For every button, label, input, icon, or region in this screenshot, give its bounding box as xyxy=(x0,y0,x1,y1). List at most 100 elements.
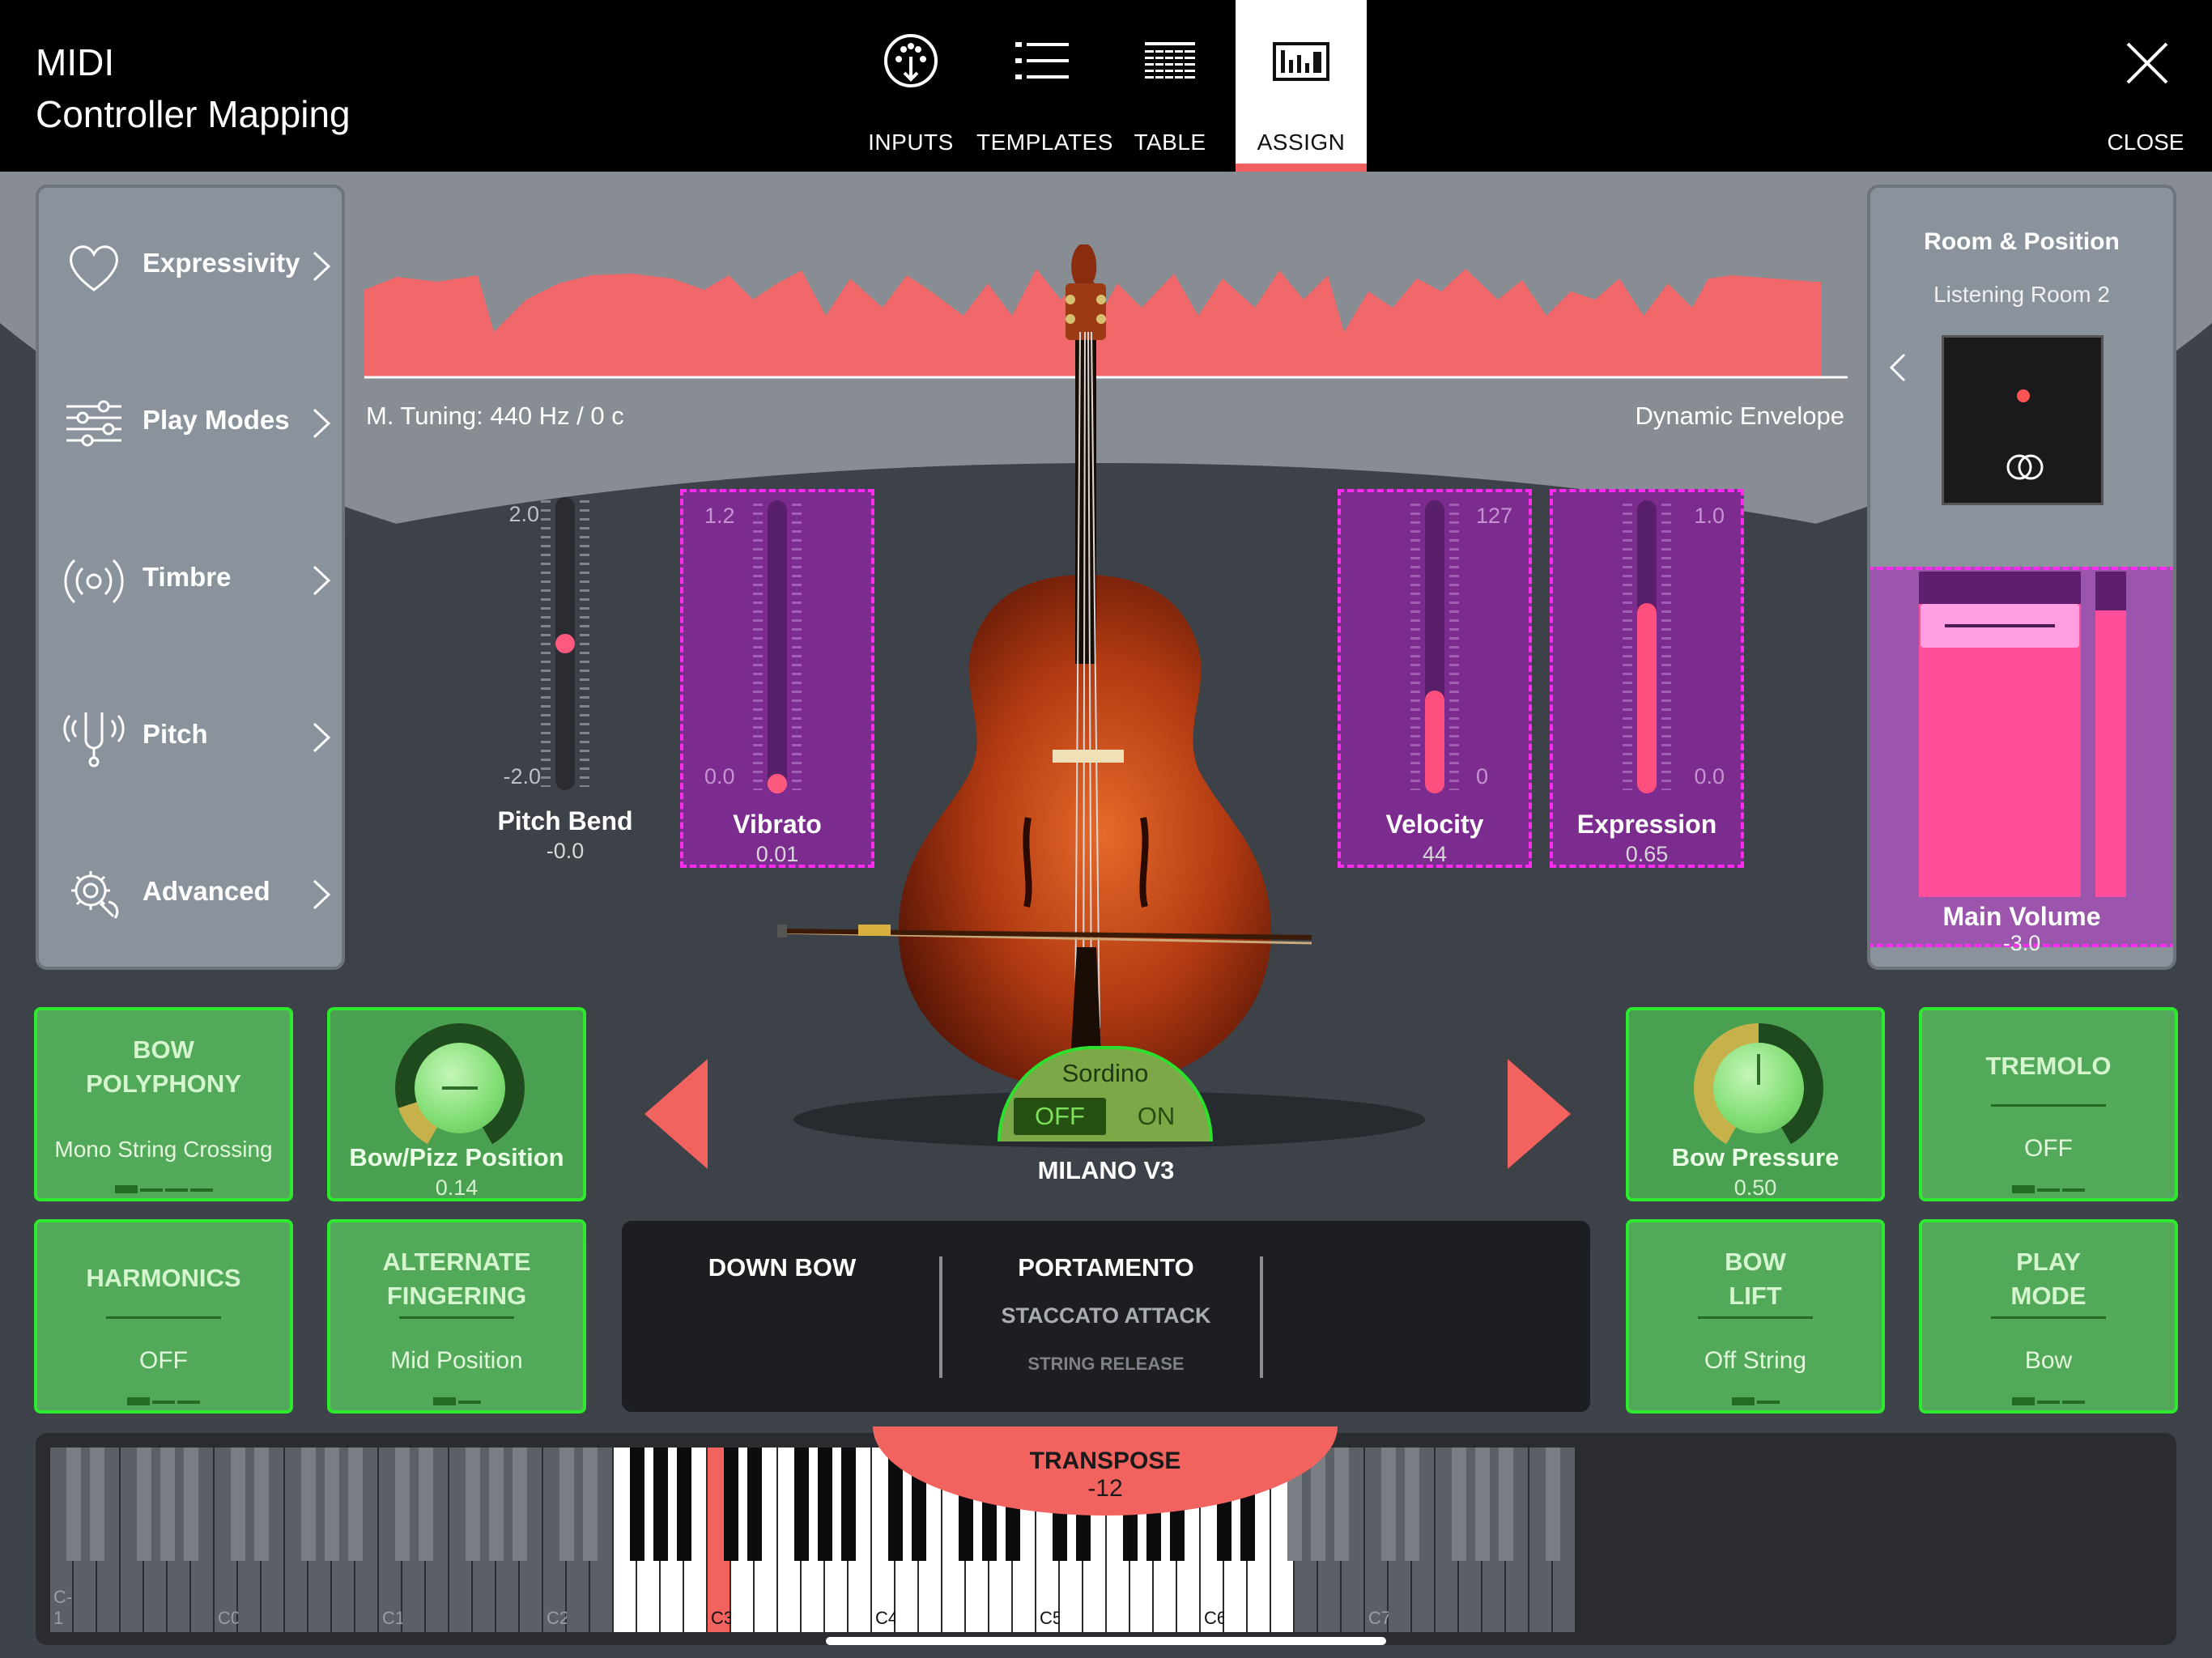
sordino-toggle[interactable]: Sordino OFF ON xyxy=(998,1046,1213,1141)
gear-brain-icon xyxy=(71,871,119,919)
tuning-fork-icon xyxy=(63,712,125,767)
black-key[interactable] xyxy=(160,1448,175,1561)
black-key[interactable] xyxy=(818,1448,832,1561)
slider-track[interactable] xyxy=(1425,500,1444,793)
black-key[interactable] xyxy=(1499,1448,1513,1561)
black-key[interactable] xyxy=(1405,1448,1419,1561)
bow-polyphony-button[interactable]: BOW POLYPHONY Mono String Crossing xyxy=(34,1007,293,1201)
close-button[interactable]: CLOSE xyxy=(2097,0,2194,172)
step-mark xyxy=(189,1188,213,1192)
slider-name: Velocity xyxy=(1385,810,1484,839)
chevron-right-icon xyxy=(313,879,331,910)
bow-pizz-position-knob[interactable]: Bow/Pizz Position 0.14 xyxy=(327,1007,586,1201)
sidebar-item-play-modes[interactable]: Play Modes xyxy=(39,376,342,473)
black-key[interactable] xyxy=(513,1448,527,1561)
previous-instrument-arrow-icon[interactable] xyxy=(643,1057,709,1171)
step-mark xyxy=(127,1397,150,1405)
sidebar-item-pitch[interactable]: Pitch xyxy=(39,690,342,787)
step-indicator xyxy=(1629,1397,1882,1405)
step-mark xyxy=(457,1401,481,1404)
step-mark xyxy=(2012,1397,2035,1405)
step-mark xyxy=(2012,1185,2035,1193)
black-key[interactable] xyxy=(559,1448,574,1561)
expression-slider[interactable]: 1.0 0.0 Expression 0.65 xyxy=(1550,489,1744,868)
black-key[interactable] xyxy=(583,1448,598,1561)
sidebar-item-expressivity[interactable]: Expressivity xyxy=(39,219,342,316)
black-key[interactable] xyxy=(137,1448,151,1561)
tremolo-button[interactable]: TREMOLO OFF xyxy=(1919,1007,2178,1201)
black-key[interactable] xyxy=(184,1448,198,1561)
next-instrument-arrow-icon[interactable] xyxy=(1506,1057,1572,1171)
sidebar-item-timbre[interactable]: Timbre xyxy=(39,533,342,630)
sordino-on-button[interactable]: ON xyxy=(1116,1098,1197,1135)
black-key[interactable] xyxy=(66,1448,81,1561)
articulation-slot-3[interactable] xyxy=(1266,1221,1587,1412)
black-key[interactable] xyxy=(90,1448,104,1561)
articulation-slot-2[interactable]: PORTAMENTO STACCATO ATTACK STRING RELEAS… xyxy=(946,1221,1266,1412)
articulation-slot-1[interactable]: DOWN BOW xyxy=(622,1221,942,1412)
position-dot[interactable] xyxy=(2017,389,2030,402)
black-key[interactable] xyxy=(489,1448,504,1561)
black-key[interactable] xyxy=(231,1448,245,1561)
black-key[interactable] xyxy=(419,1448,433,1561)
black-key[interactable] xyxy=(395,1448,410,1561)
alternate-fingering-button[interactable]: ALTERNATE FINGERING Mid Position xyxy=(327,1219,586,1414)
slider-name: Pitch Bend xyxy=(497,806,633,835)
step-mark xyxy=(114,1185,138,1193)
bow-pressure-knob[interactable]: Bow Pressure 0.50 xyxy=(1626,1007,1885,1201)
master-tuning[interactable]: M. Tuning: 440 Hz / 0 c xyxy=(366,402,624,431)
black-key[interactable] xyxy=(466,1448,480,1561)
black-key[interactable] xyxy=(254,1448,269,1561)
harmonics-button[interactable]: HARMONICS OFF xyxy=(34,1219,293,1414)
step-mark xyxy=(2037,1401,2060,1404)
black-key[interactable] xyxy=(301,1448,316,1561)
header-bar: MIDI Controller Mapping INPUTS TEMPLATES xyxy=(0,0,2212,172)
page-subtitle: Controller Mapping xyxy=(36,93,351,135)
slider-track[interactable] xyxy=(768,500,787,793)
knob-face[interactable] xyxy=(1713,1043,1804,1133)
black-key[interactable] xyxy=(1475,1448,1490,1561)
transpose-control[interactable]: TRANSPOSE -12 xyxy=(873,1426,1338,1516)
room-name[interactable]: Listening Room 2 xyxy=(1870,282,2173,308)
volume-handle[interactable] xyxy=(1921,604,2079,648)
octave-label: C5 xyxy=(1040,1608,1063,1628)
step-mark xyxy=(2062,1401,2085,1404)
knob-face[interactable] xyxy=(415,1043,505,1133)
slider-thumb[interactable] xyxy=(768,774,787,793)
velocity-slider[interactable]: 127 0 Velocity 44 xyxy=(1338,489,1532,868)
black-key[interactable] xyxy=(1381,1448,1396,1561)
tab-assign[interactable]: ASSIGN xyxy=(1236,0,1367,172)
tab-inputs[interactable]: INPUTS xyxy=(845,0,976,172)
black-key[interactable] xyxy=(653,1448,668,1561)
bow-lift-button[interactable]: BOW LIFT Off String xyxy=(1626,1219,1885,1414)
chevron-left-icon[interactable] xyxy=(1887,350,1908,385)
table-grid-icon xyxy=(1145,42,1195,79)
black-key[interactable] xyxy=(325,1448,339,1561)
play-mode-button[interactable]: PLAY MODE Bow xyxy=(1919,1219,2178,1414)
pitch-bend-slider[interactable]: 2.0 -2.0 Pitch Bend -0.0 xyxy=(468,489,662,868)
tab-table[interactable]: TABLE xyxy=(1104,0,1236,172)
room-position-pad[interactable] xyxy=(1942,335,2104,505)
slider-track[interactable] xyxy=(1637,500,1657,793)
black-key[interactable] xyxy=(841,1448,856,1561)
chevron-right-icon xyxy=(313,251,331,282)
step-mark xyxy=(152,1401,175,1404)
black-key[interactable] xyxy=(747,1448,762,1561)
tab-templates[interactable]: TEMPLATES xyxy=(976,0,1112,172)
black-key[interactable] xyxy=(794,1448,809,1561)
vibrato-slider[interactable]: 1.2 0.0 Vibrato 0.01 xyxy=(680,489,874,868)
slider-value: 44 xyxy=(1422,842,1448,866)
black-key[interactable] xyxy=(1546,1448,1560,1561)
step-mark xyxy=(139,1188,163,1192)
sordino-off-button[interactable]: OFF xyxy=(1014,1098,1106,1135)
black-key[interactable] xyxy=(677,1448,691,1561)
main-volume-slider[interactable]: Main Volume -3.0 xyxy=(1870,567,2173,955)
black-key[interactable] xyxy=(630,1448,644,1561)
black-key[interactable] xyxy=(724,1448,738,1561)
black-key[interactable] xyxy=(348,1448,363,1561)
heart-icon xyxy=(70,245,118,291)
black-key[interactable] xyxy=(1452,1448,1466,1561)
home-indicator xyxy=(826,1637,1386,1645)
slider-thumb[interactable] xyxy=(555,634,575,653)
sidebar-item-advanced[interactable]: Advanced xyxy=(39,847,342,944)
